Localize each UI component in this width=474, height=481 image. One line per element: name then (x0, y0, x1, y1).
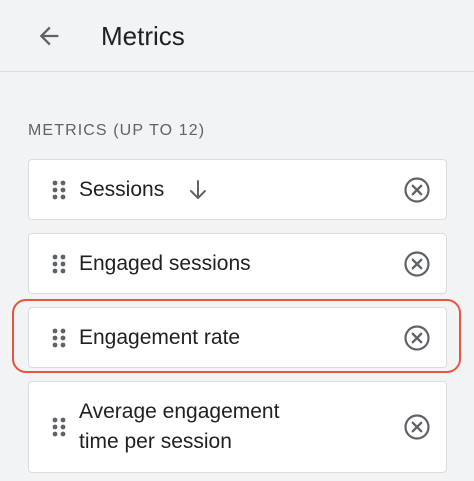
metric-row-engagement-rate[interactable]: Engagement rate (28, 307, 447, 368)
drag-handle-icon[interactable] (51, 179, 67, 201)
back-button[interactable] (30, 17, 68, 55)
metric-label: Sessions (79, 178, 165, 201)
drag-handle-icon[interactable] (51, 327, 67, 349)
remove-circle-x-icon[interactable] (402, 323, 432, 353)
arrow-down-icon[interactable] (186, 178, 210, 202)
drag-handle-icon[interactable] (51, 416, 67, 438)
drag-handle-icon[interactable] (51, 253, 67, 275)
header-bar: Metrics (0, 0, 474, 72)
metric-row-engaged-sessions[interactable]: Engaged sessions (28, 233, 447, 294)
section-label: METRICS (UP TO 12) (28, 122, 206, 139)
metric-label-line-2: time per session (79, 430, 232, 453)
remove-circle-x-icon[interactable] (402, 412, 432, 442)
remove-circle-x-icon[interactable] (402, 249, 432, 279)
remove-circle-x-icon[interactable] (402, 175, 432, 205)
metric-row-average-engagement-time[interactable]: Average engagement time per session (28, 381, 447, 473)
metrics-panel: Metrics METRICS (UP TO 12) Sessions Enga… (0, 0, 474, 481)
metric-label-line-1: Average engagement (79, 400, 280, 423)
metric-label: Engagement rate (79, 326, 241, 349)
page-title: Metrics (101, 21, 185, 51)
metric-row-sessions[interactable]: Sessions (28, 159, 447, 220)
arrow-left-icon (39, 26, 59, 46)
metric-label: Engaged sessions (79, 252, 251, 275)
